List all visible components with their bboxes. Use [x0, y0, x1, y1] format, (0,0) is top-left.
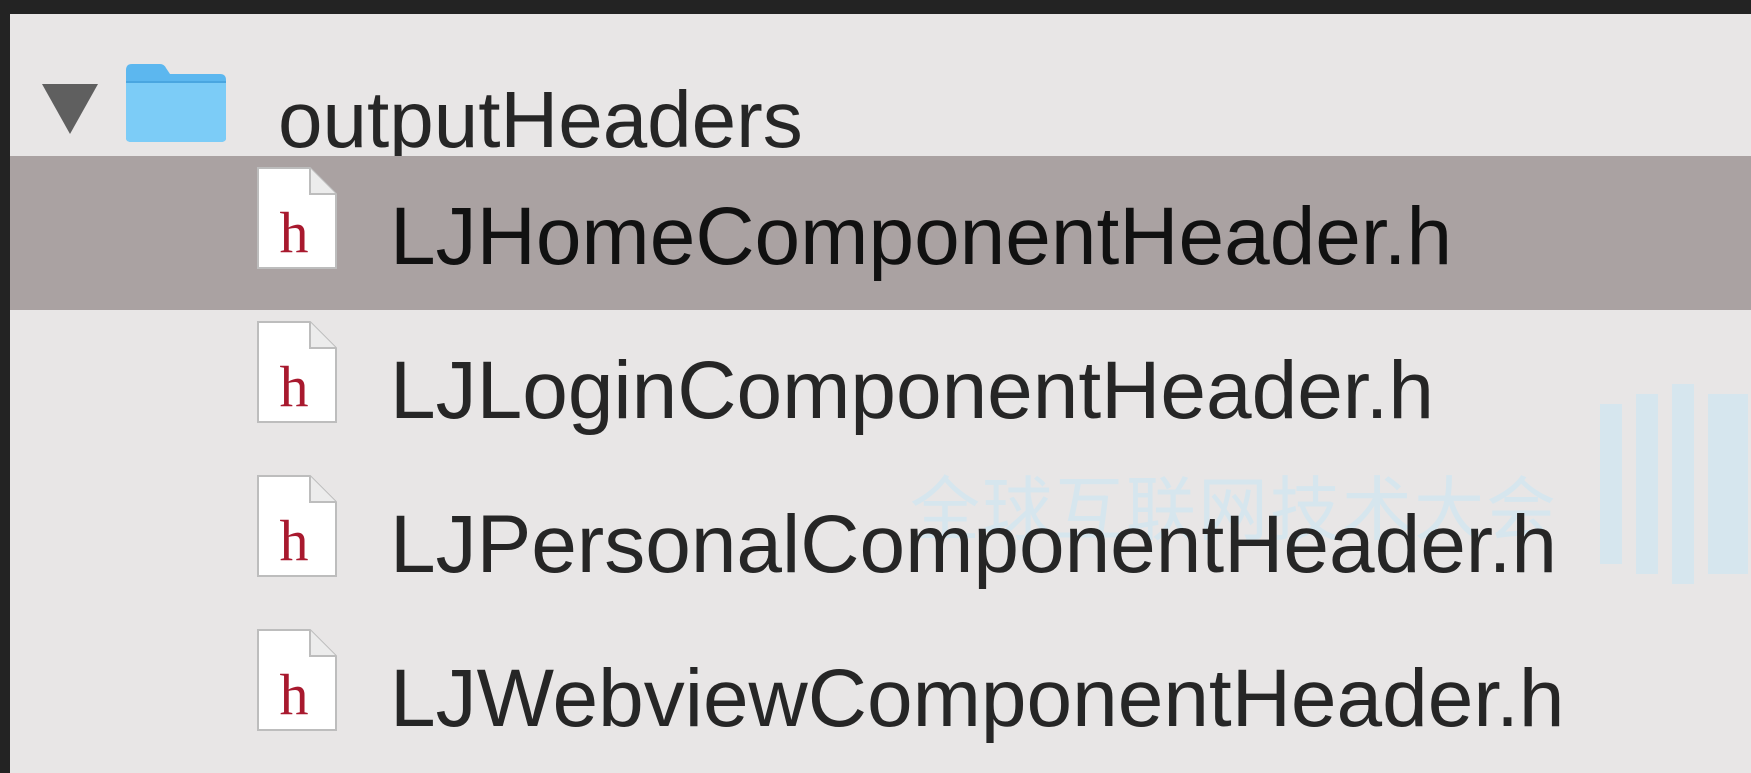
- folder-icon: [126, 64, 226, 142]
- header-file-icon: h: [257, 321, 337, 423]
- project-navigator: 全球互联网技术大会 outputHeaders h LJHomeComponen…: [10, 14, 1751, 773]
- tree-row-file[interactable]: h LJWebviewComponentHeader.h: [10, 618, 1751, 772]
- folder-name: outputHeaders: [278, 75, 803, 164]
- tree-row-file[interactable]: h LJPersonalComponentHeader.h: [10, 464, 1751, 618]
- file-name: LJWebviewComponentHeader.h: [390, 653, 1565, 744]
- svg-text:h: h: [280, 508, 309, 573]
- svg-text:h: h: [280, 354, 309, 419]
- header-file-icon: h: [257, 167, 337, 269]
- header-file-icon: h: [257, 475, 337, 577]
- disclosure-triangle-down-icon[interactable]: [42, 84, 98, 134]
- tree-row-file[interactable]: h LJHomeComponentHeader.h: [10, 156, 1751, 310]
- svg-text:h: h: [280, 200, 309, 265]
- file-name: LJHomeComponentHeader.h: [390, 191, 1453, 282]
- header-file-icon: h: [257, 629, 337, 731]
- svg-text:h: h: [280, 662, 309, 727]
- tree-row-file[interactable]: h LJLoginComponentHeader.h: [10, 310, 1751, 464]
- file-name: LJPersonalComponentHeader.h: [390, 499, 1557, 590]
- file-name: LJLoginComponentHeader.h: [390, 345, 1434, 436]
- window-frame: 全球互联网技术大会 outputHeaders h LJHomeComponen…: [0, 0, 1751, 773]
